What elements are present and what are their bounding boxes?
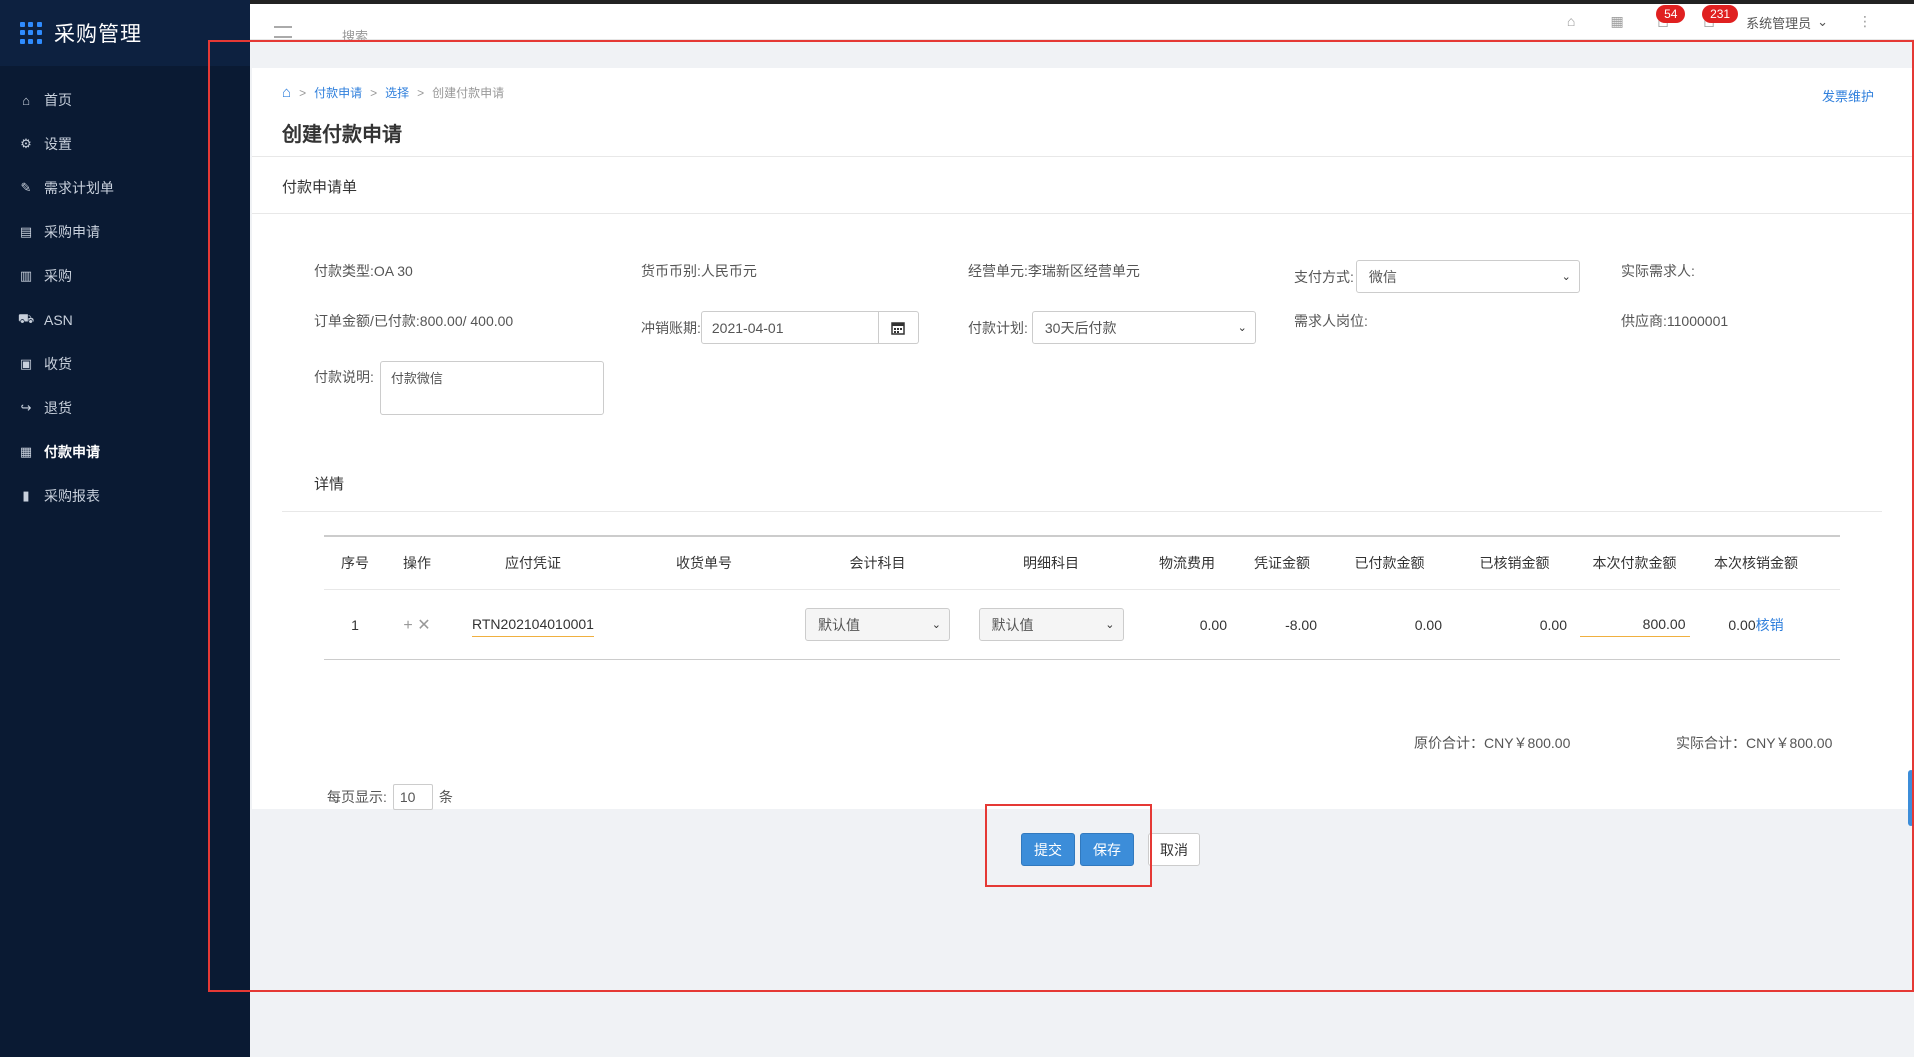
home-icon: ⌂ [22, 92, 30, 108]
requester-position-field: 需求人岗位: [1294, 313, 1368, 329]
writeoff-period-field: 冲销账期: 2021-04-01 [641, 311, 919, 344]
actual-requester-field: 实际需求人: [1621, 263, 1695, 279]
original-total: 原价合计：CNY￥800.00 [1414, 735, 1571, 751]
pay-method-field: 支付方式: 微信 ⌄ [1294, 260, 1580, 293]
home-icon[interactable]: ⌂ [282, 84, 291, 101]
chevron-down-icon: ⌄ [931, 619, 941, 631]
breadcrumb: ⌂ > 付款申请 > 选择 > 创建付款申请 [282, 84, 505, 101]
sidebar-item-settings[interactable]: ⚙ 设置 [0, 122, 250, 166]
sidebar-item-return[interactable]: ↪ 退货 [0, 386, 250, 430]
gear-icon: ⚙ [20, 136, 32, 151]
apps-icon[interactable]: ▦ [1608, 13, 1626, 31]
invoice-maintenance-link[interactable]: 发票维护 [1822, 86, 1874, 105]
divider [252, 213, 1912, 214]
divider [282, 511, 1882, 512]
order-amount-field: 订单金额/已付款: 800.00/ 400.00 [314, 313, 514, 329]
chevron-down-icon: ⌄ [1237, 322, 1247, 334]
chevron-down-icon: ⌄ [1105, 619, 1115, 631]
sidebar-item-purchase[interactable]: ▥ 采购 [0, 254, 250, 298]
table-row: 1 + ✕ RTN202104010001 默认值 ⌄ 默认值 ⌄ 0.00 -… [324, 590, 1840, 660]
page-size-input[interactable]: 10 [392, 784, 433, 810]
top-header: 搜索 ⌂ ▦ ◻54 ◻231 系统管理员⌄ ⋮ [250, 4, 1914, 44]
sidebar-item-asn[interactable]: ⛟ ASN [0, 298, 250, 342]
actual-total: 实际合计：CNY￥800.00 [1676, 735, 1833, 751]
sub-account-select[interactable]: 默认值 ⌄ [978, 608, 1124, 641]
sidebar-item-demand-plan[interactable]: ✎ 需求计划单 [0, 166, 250, 210]
breadcrumb-current: 创建付款申请 [432, 86, 505, 100]
main-panel: ⌂ > 付款申请 > 选择 > 创建付款申请 发票维护 创建付款申请 付款申请单… [252, 68, 1912, 810]
current-payment-input[interactable]: 800.00 [1579, 612, 1690, 637]
app-brand[interactable]: 采购管理 [0, 0, 250, 66]
return-icon: ↪ [20, 400, 32, 415]
scrollbar-thumb[interactable] [1908, 770, 1914, 826]
details-section-title: 详情 [314, 476, 345, 493]
sidebar-item-payment-request[interactable]: ▦ 付款申请 [0, 430, 250, 474]
page-size-control: 每页显示: 10 条 [327, 784, 453, 810]
page-title: 创建付款申请 [282, 124, 402, 146]
menu-toggle-icon[interactable] [274, 26, 292, 38]
bar-chart-icon: ▮ [22, 488, 30, 503]
submit-button[interactable]: 提交 [1021, 833, 1075, 866]
sidebar-item-home[interactable]: ⌂ 首页 [0, 78, 250, 122]
calendar-icon[interactable] [878, 311, 919, 344]
voucher-input[interactable]: RTN202104010001 [472, 612, 594, 637]
sidebar: 采购管理 ⌂ 首页 ⚙ 设置 ✎ 需求计划单 ▤ 采购申请 ▥ 采购 ⛟ ASN ▣ 收货 ↪… [0, 0, 250, 1057]
business-unit-field: 经营单元: 李瑞新区经营单元 [968, 263, 1140, 279]
pay-method-select[interactable]: 微信 ⌄ [1355, 260, 1580, 293]
payment-plan-select[interactable]: 30天后付款 ⌄ [1031, 311, 1256, 344]
chevron-down-icon: ⌄ [1817, 14, 1828, 29]
notification-badge: 231 [1702, 5, 1739, 23]
divider [252, 156, 1912, 157]
delete-row-icon[interactable]: ✕ [417, 617, 430, 634]
sidebar-nav: ⌂ 首页 ⚙ 设置 ✎ 需求计划单 ▤ 采购申请 ▥ 采购 ⛟ ASN ▣ 收货 ↪ 退货 ▦ 付… [0, 66, 250, 518]
payment-doc-icon: ▦ [19, 444, 33, 459]
user-menu[interactable]: 系统管理员 ⌄ [1746, 13, 1828, 32]
document-edit-icon: ✎ [20, 180, 32, 195]
form-section-title: 付款申请单 [282, 179, 358, 196]
truck-icon: ⛟ [17, 311, 35, 326]
clipboard-icon: ▥ [19, 268, 33, 283]
table-header: 序号 操作 应付凭证 收货单号 会计科目 明细科目 物流费用 凭证金额 已付款金… [324, 537, 1840, 590]
add-row-icon[interactable]: + [403, 617, 412, 634]
bell-icon[interactable]: ◻231 [1700, 5, 1739, 31]
breadcrumb-select[interactable]: 选择 [385, 84, 409, 101]
payment-note-textarea[interactable]: 付款微信 [379, 361, 604, 415]
cancel-button[interactable]: 取消 [1148, 833, 1200, 866]
sidebar-item-receiving[interactable]: ▣ 收货 [0, 342, 250, 386]
payment-note-field: 付款说明: 付款微信 [314, 361, 604, 415]
supplier-field: 供应商: 11000001 [1621, 313, 1729, 329]
breadcrumb-payment-request[interactable]: 付款申请 [314, 84, 362, 101]
writeoff-link[interactable]: 核销 [1756, 617, 1784, 633]
apps-grid-icon [20, 22, 42, 44]
currency-field: 货币币别: 人民币元 [641, 263, 757, 279]
more-icon[interactable]: ⋮ [1856, 13, 1874, 31]
message-badge: 54 [1656, 5, 1686, 23]
payment-plan-field: 付款计划: 30天后付款 ⌄ [968, 311, 1256, 344]
writeoff-date-input[interactable]: 2021-04-01 [700, 311, 879, 344]
header-search[interactable]: 搜索 [342, 26, 368, 45]
sidebar-item-purchase-report[interactable]: ▮ 采购报表 [0, 474, 250, 518]
save-button[interactable]: 保存 [1080, 833, 1134, 866]
home-icon[interactable]: ⌂ [1562, 13, 1580, 31]
inbox-icon: ▣ [19, 356, 33, 371]
app-title: 采购管理 [54, 23, 142, 46]
details-table: 序号 操作 应付凭证 收货单号 会计科目 明细科目 物流费用 凭证金额 已付款金… [324, 535, 1840, 660]
sidebar-item-purchase-request[interactable]: ▤ 采购申请 [0, 210, 250, 254]
header-icons: ⌂ ▦ ◻54 ◻231 系统管理员⌄ ⋮ [1562, 4, 1874, 40]
message-icon[interactable]: ◻54 [1654, 5, 1686, 31]
chevron-down-icon: ⌄ [1561, 271, 1571, 283]
payment-type-field: 付款类型: OA 30 [314, 263, 413, 279]
account-select[interactable]: 默认值 ⌄ [805, 608, 950, 641]
document-list-icon: ▤ [19, 224, 33, 239]
